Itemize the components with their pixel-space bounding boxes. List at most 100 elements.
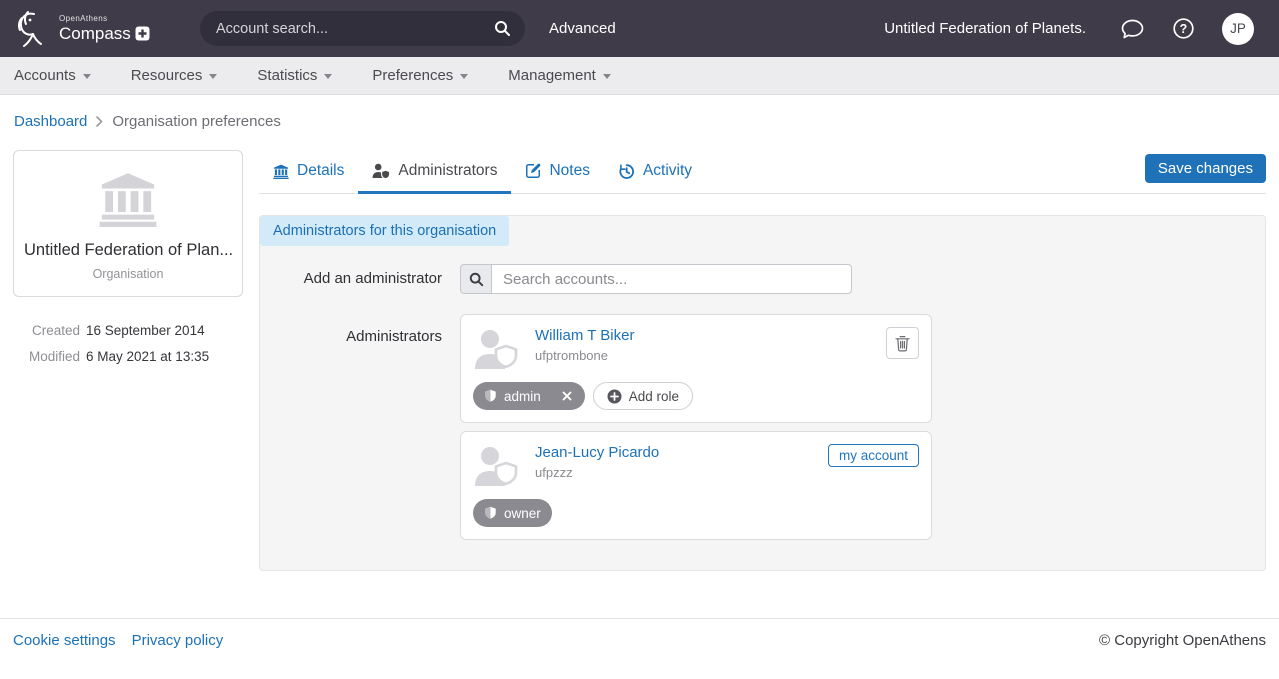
role-label: admin <box>504 389 541 404</box>
tab-administrators-label: Administrators <box>398 162 497 180</box>
user-avatar[interactable]: JP <box>1222 13 1254 45</box>
organisation-bank-icon <box>97 171 159 227</box>
menu-accounts-label: Accounts <box>14 67 76 84</box>
organisation-type: Organisation <box>24 267 232 281</box>
plus-circle-icon <box>607 389 622 404</box>
remove-role-button[interactable] <box>560 389 574 403</box>
top-bar: OpenAthens Compass Advanced Untitled Fed… <box>0 0 1279 57</box>
organisation-meta: Created 16 September 2014 Modified 6 May… <box>13 323 243 364</box>
tab-details-label: Details <box>297 162 344 180</box>
role-pill-admin: admin <box>473 382 585 410</box>
admin-username: ufpzzz <box>535 465 659 480</box>
menu-resources-label: Resources <box>131 67 203 84</box>
remove-administrator-button[interactable] <box>886 327 919 359</box>
add-administrator-row: Add an administrator <box>260 264 1265 294</box>
admin-search-input[interactable] <box>491 264 852 294</box>
role-label: owner <box>504 506 541 521</box>
main-column: Details Administrators Notes <box>259 150 1266 571</box>
search-icon[interactable] <box>494 20 511 37</box>
tab-administrators[interactable]: Administrators <box>358 150 511 193</box>
svg-text:?: ? <box>1180 22 1188 36</box>
shield-icon <box>484 506 497 520</box>
modified-row: Modified 6 May 2021 at 13:35 <box>13 349 243 364</box>
tab-details[interactable]: Details <box>259 150 358 193</box>
page-footer: Cookie settings Privacy policy © Copyrig… <box>0 618 1279 679</box>
logo-brand: Compass <box>59 25 131 42</box>
add-role-button[interactable]: Add role <box>593 382 693 410</box>
created-label: Created <box>13 323 80 338</box>
chevron-down-icon <box>209 74 217 79</box>
search-addon <box>460 264 491 294</box>
chat-bubble-icon <box>1120 17 1145 41</box>
menu-statistics-label: Statistics <box>257 67 317 84</box>
organisation-sidebar: Untitled Federation of Plan... Organisat… <box>13 150 243 571</box>
account-search-input[interactable] <box>200 11 525 46</box>
tab-activity[interactable]: Activity <box>604 150 706 193</box>
privacy-policy-link[interactable]: Privacy policy <box>132 632 224 649</box>
menu-management-label: Management <box>508 67 596 84</box>
breadcrumb-dashboard-link[interactable]: Dashboard <box>14 113 87 130</box>
admin-name-link[interactable]: Jean-Lucy Picardo <box>535 444 659 461</box>
tab-notes-label: Notes <box>549 162 590 180</box>
help-button[interactable]: ? <box>1171 16 1196 41</box>
menu-statistics[interactable]: Statistics <box>257 67 332 84</box>
breadcrumb: Dashboard Organisation preferences <box>14 113 1265 130</box>
save-changes-button[interactable]: Save changes <box>1145 154 1266 183</box>
account-search <box>200 11 525 46</box>
messages-button[interactable] <box>1120 17 1145 41</box>
modified-label: Modified <box>13 349 80 364</box>
pencil-square-icon <box>525 163 541 179</box>
organisation-card: Untitled Federation of Plan... Organisat… <box>13 150 243 297</box>
breadcrumb-current: Organisation preferences <box>112 113 280 130</box>
admin-username: ufptrombone <box>535 348 634 363</box>
copyright: © Copyright OpenAthens <box>1099 632 1266 649</box>
menu-resources[interactable]: Resources <box>131 67 218 84</box>
admin-name-link[interactable]: William T Biker <box>535 327 634 344</box>
chevron-down-icon <box>460 74 468 79</box>
plus-badge-icon <box>135 26 150 41</box>
add-role-label: Add role <box>629 389 679 404</box>
bank-icon <box>273 164 289 179</box>
my-account-badge: my account <box>828 444 919 467</box>
add-administrator-label: Add an administrator <box>260 264 442 294</box>
tab-notes[interactable]: Notes <box>511 150 604 193</box>
breadcrumb-separator-icon <box>96 116 103 127</box>
administrators-label: Administrators <box>260 314 442 345</box>
person-avatar-icon <box>473 446 519 486</box>
shield-icon <box>484 389 497 403</box>
history-icon <box>618 163 635 180</box>
chevron-down-icon <box>83 74 91 79</box>
tab-bar: Details Administrators Notes <box>259 150 1266 194</box>
modified-value: 6 May 2021 at 13:35 <box>86 349 209 364</box>
created-value: 16 September 2014 <box>86 323 205 338</box>
menu-accounts[interactable]: Accounts <box>14 67 91 84</box>
close-icon <box>562 391 572 401</box>
administrators-list: William T Biker ufptrombone <box>460 314 932 548</box>
admin-card: William T Biker ufptrombone <box>460 314 932 423</box>
menu-management[interactable]: Management <box>508 67 611 84</box>
menu-preferences-label: Preferences <box>372 67 453 84</box>
help-icon: ? <box>1171 16 1196 41</box>
openathens-logo-icon <box>14 8 52 50</box>
person-shield-icon <box>372 163 390 179</box>
administrators-panel: Administrators for this organisation Add… <box>259 215 1266 571</box>
cookie-settings-link[interactable]: Cookie settings <box>13 632 116 649</box>
person-avatar-icon <box>473 329 519 369</box>
content-area: Untitled Federation of Plan... Organisat… <box>13 150 1266 571</box>
menu-preferences[interactable]: Preferences <box>372 67 468 84</box>
admin-card: Jean-Lucy Picardo ufpzzz my account <box>460 431 932 540</box>
avatar-initials: JP <box>1230 21 1246 36</box>
created-row: Created 16 September 2014 <box>13 323 243 338</box>
role-pill-owner: owner <box>473 499 552 527</box>
search-icon <box>469 272 484 287</box>
tab-activity-label: Activity <box>643 162 692 180</box>
trash-icon <box>895 335 910 352</box>
logo-brand-small: OpenAthens <box>59 15 150 23</box>
main-menu: Accounts Resources Statistics Preference… <box>0 57 1279 95</box>
openathens-logo[interactable]: OpenAthens Compass <box>14 8 200 50</box>
chevron-down-icon <box>603 74 611 79</box>
chevron-down-icon <box>324 74 332 79</box>
federation-name: Untitled Federation of Planets. <box>884 20 1086 37</box>
advanced-search-link[interactable]: Advanced <box>549 20 616 37</box>
admin-search-group <box>460 264 852 294</box>
